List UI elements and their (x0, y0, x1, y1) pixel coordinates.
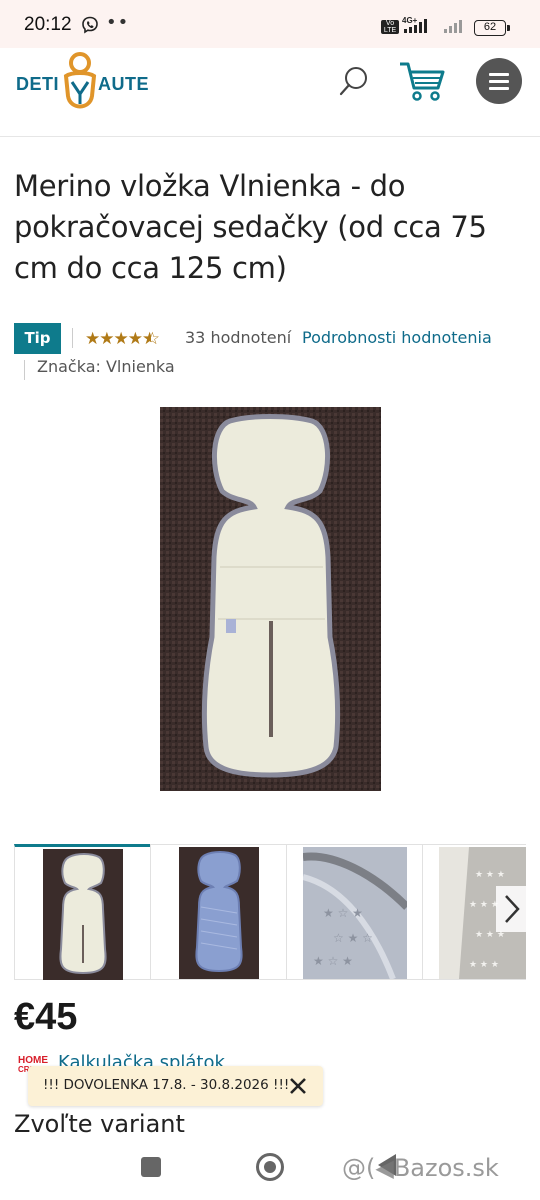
chevron-right-icon[interactable] (496, 886, 526, 932)
thumbnail-3[interactable]: ★ ☆ ★ ☆ ★ ☆ ★ ☆ ★ (286, 844, 423, 980)
recent-apps-icon[interactable] (141, 1157, 161, 1177)
battery-icon: 62 (474, 20, 510, 36)
menu-button[interactable] (476, 58, 522, 104)
variant-heading: Zvoľte variant (14, 1110, 185, 1138)
vacation-banner: !!! DOVOLENKA 17.8. - 30.8.2026 !!! (28, 1066, 323, 1106)
svg-text:4G+: 4G+ (402, 16, 418, 25)
site-header: DETI AUTE (0, 48, 540, 128)
thumbnail-2[interactable] (150, 844, 287, 980)
close-icon[interactable] (287, 1075, 309, 1097)
svg-text:★ ★ ★: ★ ★ ★ (469, 900, 499, 910)
notification-dots-icon: •• (106, 12, 130, 33)
logo-text-right: AUTE (98, 74, 149, 94)
search-icon[interactable] (336, 64, 372, 100)
bazos-watermark: @(◀Bazos.sk (342, 1154, 499, 1182)
separator (72, 328, 73, 348)
svg-text:☆ ★ ☆: ☆ ★ ☆ (333, 931, 373, 945)
reviews-count[interactable]: 33 hodnotení (185, 328, 291, 347)
svg-text:★ ★ ★: ★ ★ ★ (469, 960, 499, 970)
signal-4g-icon: 4G+ (402, 16, 427, 33)
signal-2-icon (444, 20, 462, 33)
home-icon[interactable] (256, 1153, 284, 1181)
header-divider (0, 136, 540, 137)
menu-icon (489, 73, 509, 76)
product-main-image[interactable] (160, 407, 381, 791)
product-title: Merino vložka Vlnienka - do pokračovacej… (14, 169, 487, 285)
status-time: 20:12 (24, 14, 72, 35)
rating-details-link[interactable]: Podrobnosti hodnotenia (302, 328, 492, 347)
product-price: €45 (14, 996, 78, 1038)
thumbnail-gallery: ★ ☆ ★ ☆ ★ ☆ ★ ☆ ★ ★ ★ ★ ★ ★ ★ ★ ★ ★ ★ ★ … (14, 844, 526, 980)
svg-text:★ ☆ ★: ★ ☆ ★ (313, 954, 353, 968)
child-seat-logo-icon (63, 52, 97, 109)
cart-icon[interactable] (398, 60, 446, 102)
svg-text:★ ★ ★: ★ ★ ★ (475, 870, 505, 880)
rating-stars-icon: ★★★★★☆ (85, 329, 159, 349)
system-nav-bar: @(◀Bazos.sk (0, 1140, 540, 1200)
volte-icon: Vo LTE (381, 20, 399, 34)
banner-text: !!! DOVOLENKA 17.8. - 30.8.2026 !!! (43, 1077, 290, 1093)
separator (24, 360, 25, 380)
svg-text:★ ☆ ★: ★ ☆ ★ (323, 906, 363, 920)
site-logo[interactable]: DETI AUTE (16, 52, 152, 116)
viber-icon (82, 16, 98, 34)
status-bar: 20:12 •• Vo LTE 4G+ 62 (0, 0, 540, 48)
logo-text-left: DETI (16, 74, 60, 94)
tip-badge: Tip (14, 323, 61, 354)
thumbnail-1[interactable] (14, 844, 151, 980)
brand-label[interactable]: Značka: Vlnienka (37, 357, 175, 376)
